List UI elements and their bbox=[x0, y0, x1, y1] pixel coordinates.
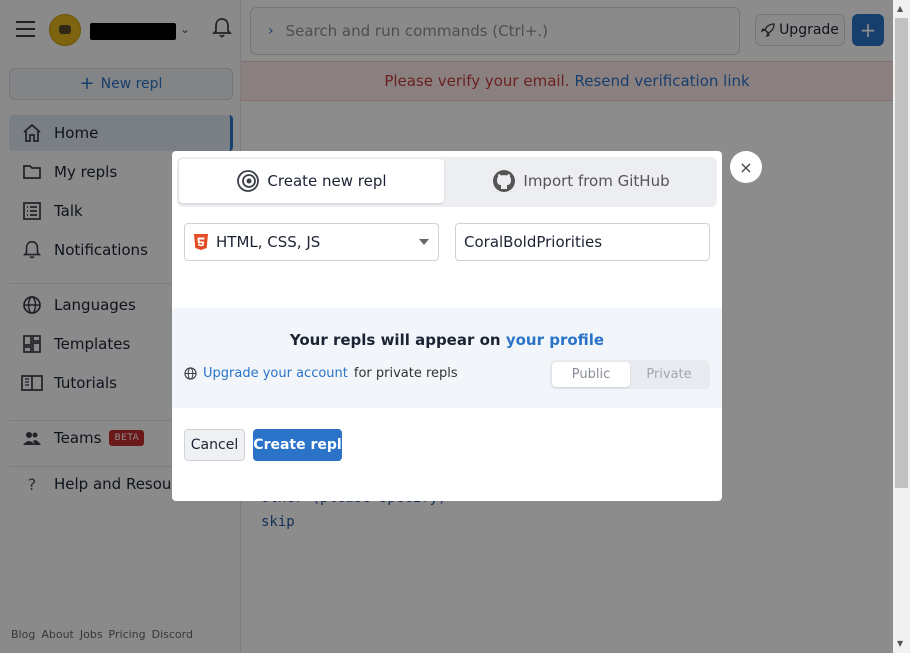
github-icon bbox=[493, 170, 516, 192]
language-select[interactable]: HTML, CSS, JS bbox=[184, 223, 439, 261]
globe-icon bbox=[184, 367, 197, 380]
scroll-up-icon[interactable]: ▲ bbox=[897, 4, 903, 13]
language-value: HTML, CSS, JS bbox=[216, 233, 321, 251]
visibility-toggle: Public Private bbox=[550, 360, 710, 389]
tab-label: Import from GitHub bbox=[523, 172, 670, 190]
tab-import-github[interactable]: Import from GitHub bbox=[447, 159, 715, 203]
info-prefix: Your repls will appear on bbox=[289, 331, 501, 349]
tab-label: Create new repl bbox=[267, 172, 387, 190]
scroll-thumb[interactable] bbox=[895, 18, 908, 488]
caret-down-icon bbox=[419, 239, 429, 245]
toggle-public[interactable]: Public bbox=[552, 362, 630, 387]
create-repl-modal: Create new repl Import from GitHub HTML,… bbox=[172, 151, 722, 501]
app: ⌄ + New repl Home My repls Talk Notifica… bbox=[0, 0, 893, 653]
toggle-private[interactable]: Private bbox=[630, 362, 708, 387]
html5-icon bbox=[194, 234, 208, 250]
your-profile-link[interactable]: your profile bbox=[506, 331, 604, 349]
modal-tabs: Create new repl Import from GitHub bbox=[177, 157, 717, 207]
replit-spiral-icon bbox=[237, 170, 260, 192]
upgrade-suffix: for private repls bbox=[353, 366, 458, 381]
upgrade-account-link[interactable]: Upgrade your account bbox=[203, 366, 348, 381]
close-icon: × bbox=[739, 157, 753, 177]
visibility-info: Your repls will appear on your profile bbox=[172, 331, 722, 349]
tab-create-new-repl[interactable]: Create new repl bbox=[179, 159, 444, 203]
repl-name-input[interactable] bbox=[455, 223, 710, 261]
visibility-panel: Your repls will appear on your profile U… bbox=[172, 308, 722, 408]
close-modal-button[interactable]: × bbox=[730, 151, 762, 183]
scroll-down-icon[interactable]: ▼ bbox=[897, 639, 903, 648]
create-repl-button[interactable]: Create repl bbox=[253, 429, 342, 461]
cancel-button[interactable]: Cancel bbox=[184, 429, 245, 461]
upgrade-line: Upgrade your account for private repls bbox=[184, 366, 458, 381]
page-scrollbar[interactable]: ▲ ▼ bbox=[893, 0, 910, 653]
